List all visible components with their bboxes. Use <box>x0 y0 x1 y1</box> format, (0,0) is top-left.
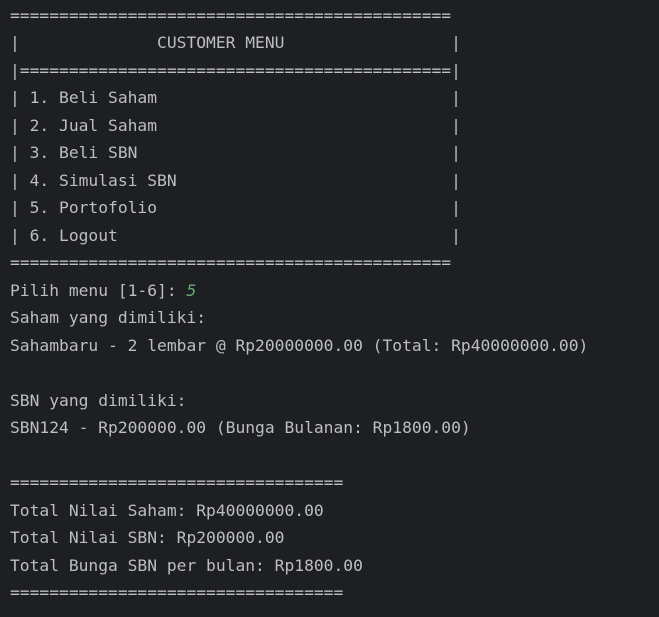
menu-item-portofolio: | 5. Portofolio | <box>10 198 461 217</box>
menu-border-bottom: ========================================… <box>10 253 452 272</box>
sbn-row: SBN124 - Rp200000.00 (Bunga Bulanan: Rp1… <box>10 418 471 437</box>
menu-item-logout: | 6. Logout | <box>10 226 461 245</box>
total-nilai-sbn: Total Nilai SBN: Rp200000.00 <box>10 528 285 547</box>
menu-separator: |=======================================… <box>10 61 461 80</box>
summary-border-bottom: ================================== <box>10 583 344 602</box>
total-bunga-sbn: Total Bunga SBN per bulan: Rp1800.00 <box>10 556 363 575</box>
menu-border-top: ========================================… <box>10 6 452 25</box>
total-nilai-saham: Total Nilai Saham: Rp40000000.00 <box>10 501 324 520</box>
console-output: ================================== ======… <box>0 0 659 617</box>
sbn-heading: SBN yang dimiliki: <box>10 391 187 410</box>
menu-item-simulasi-sbn: | 4. Simulasi SBN | <box>10 171 461 190</box>
menu-prompt[interactable]: Pilih menu [1-6]: 5 <box>10 277 196 304</box>
menu-item-beli-sbn: | 3. Beli SBN | <box>10 143 461 162</box>
summary-border-top: ================================== <box>10 473 344 492</box>
menu-title: | CUSTOMER MENU | <box>10 33 461 52</box>
saham-heading: Saham yang dimiliki: <box>10 308 207 327</box>
prompt-input-value[interactable]: 5 <box>186 281 196 300</box>
menu-item-jual-saham: | 2. Jual Saham | <box>10 116 461 135</box>
menu-item-beli-saham: | 1. Beli Saham | <box>10 88 461 107</box>
prompt-label: Pilih menu [1-6]: <box>10 281 187 300</box>
saham-row: Sahambaru - 2 lembar @ Rp20000000.00 (To… <box>10 336 589 355</box>
